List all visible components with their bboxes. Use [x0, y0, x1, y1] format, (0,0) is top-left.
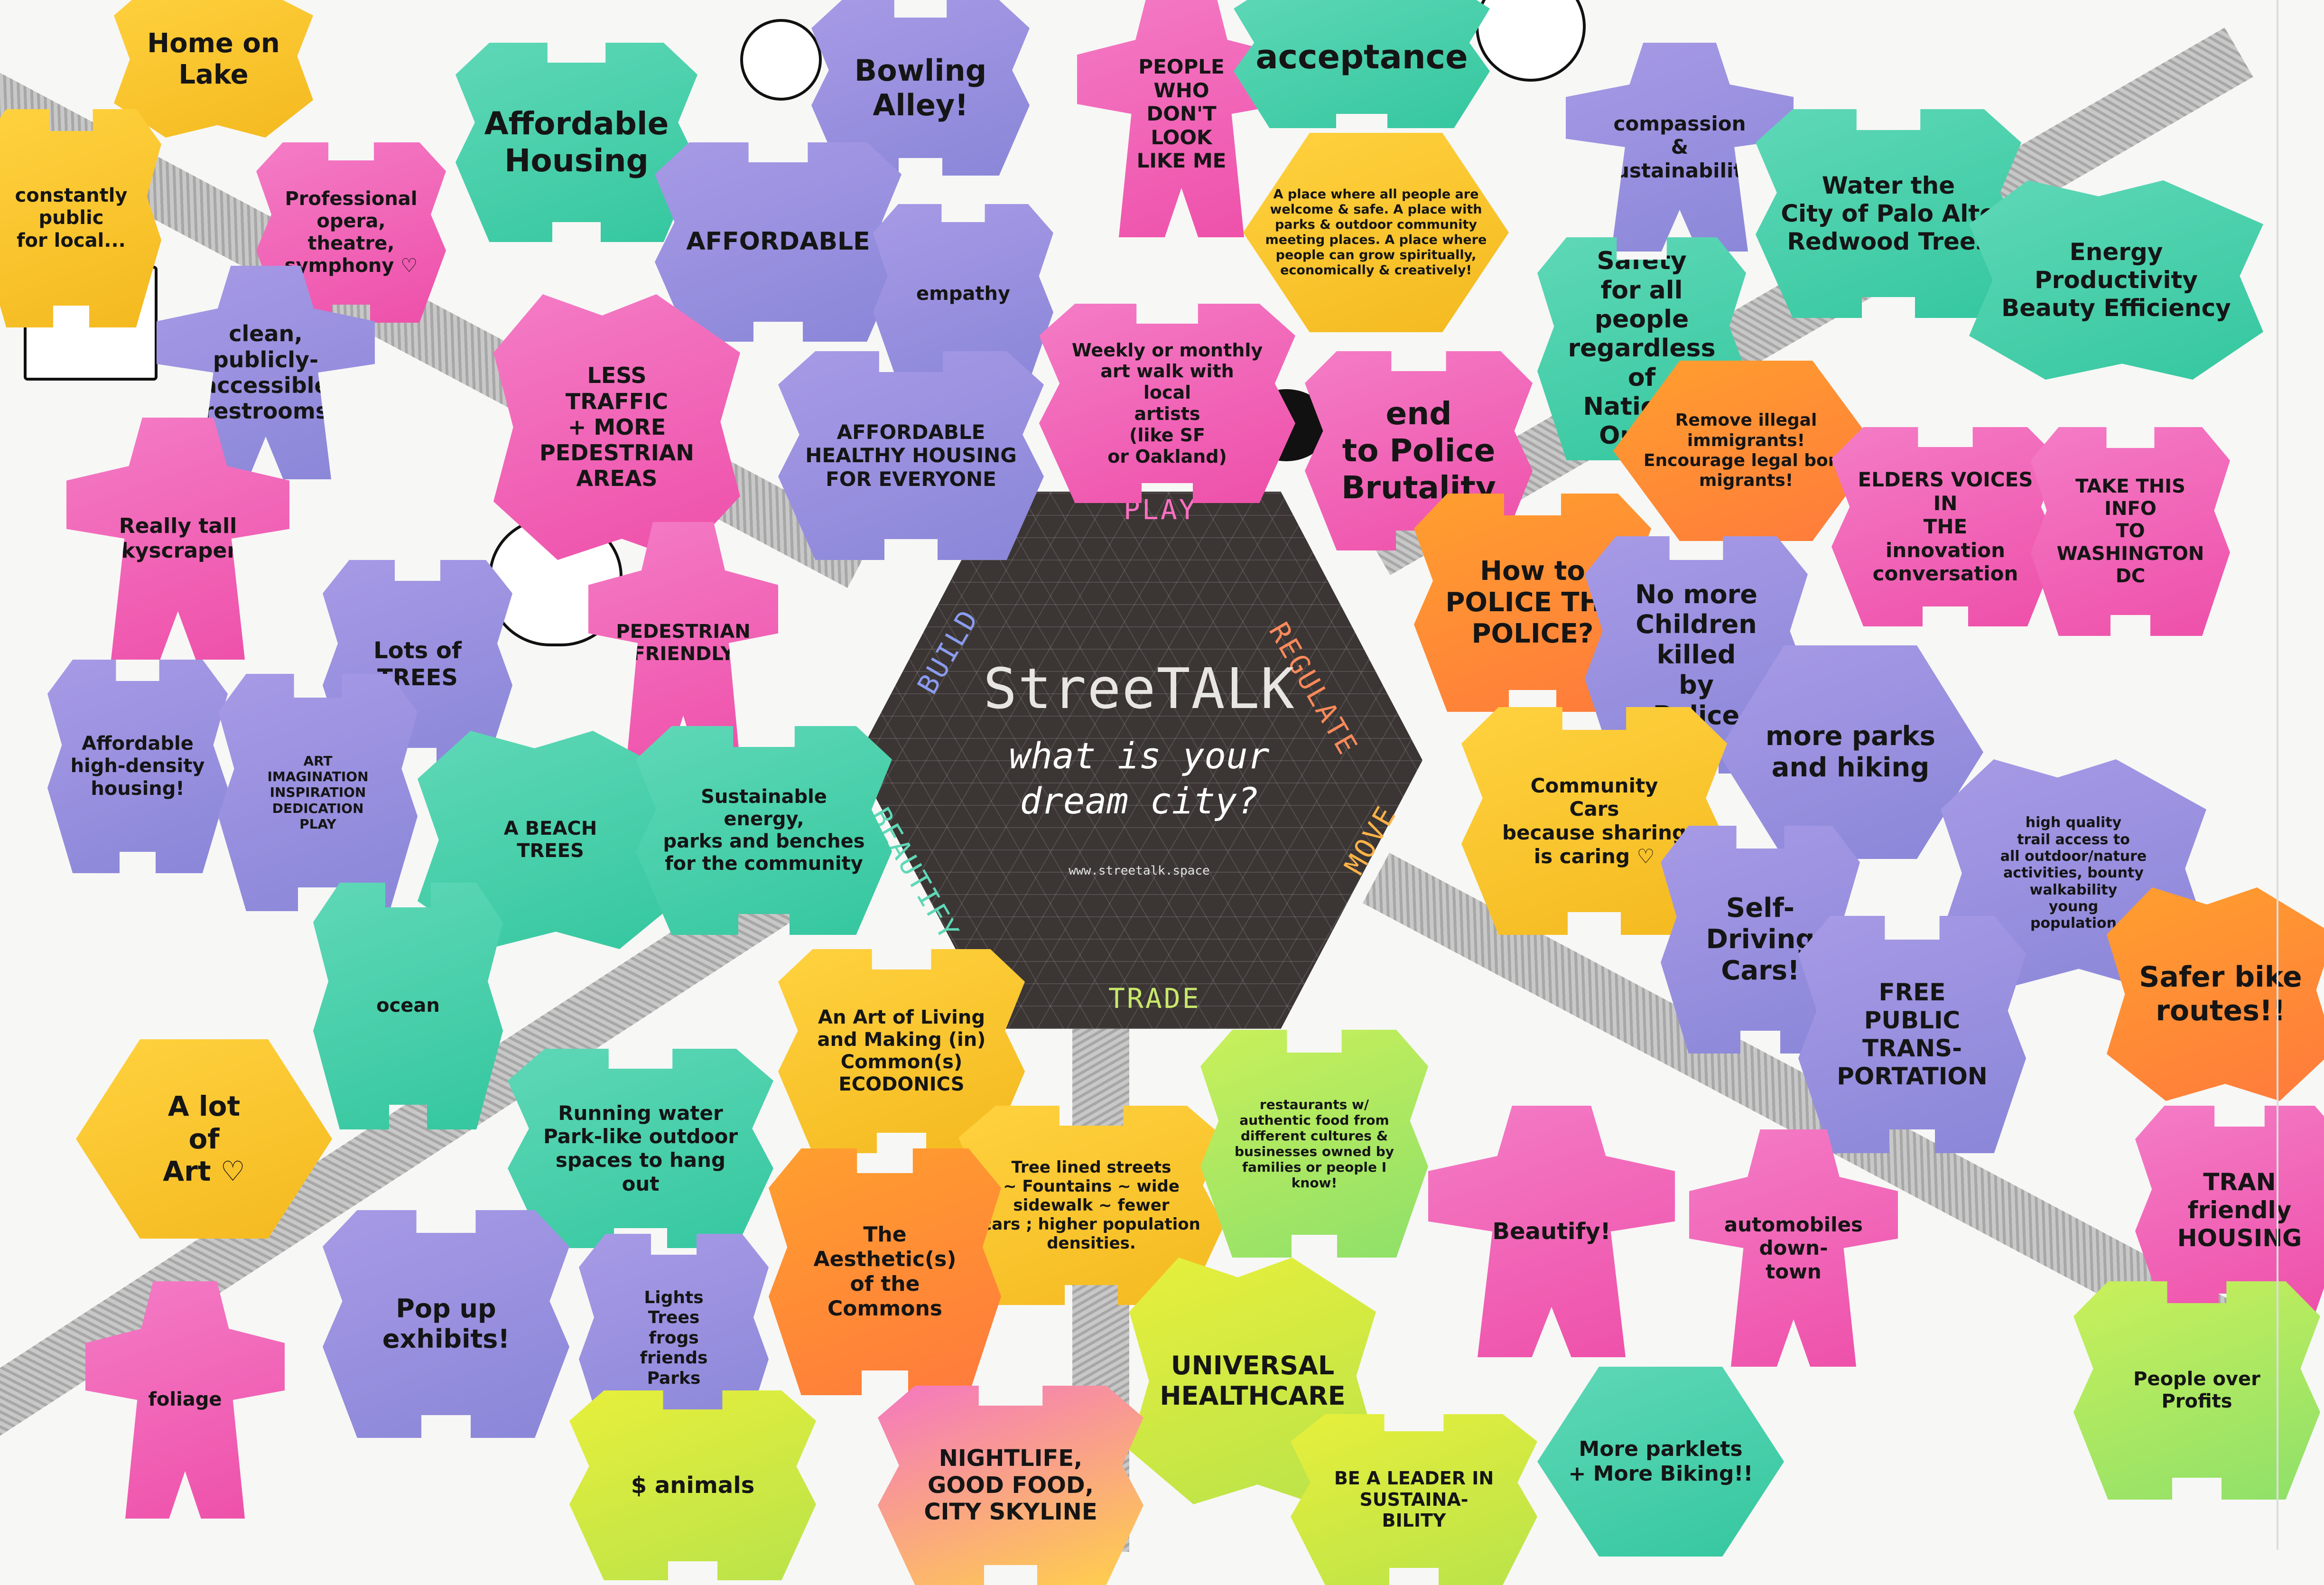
note-energy-productivity: Energy Productivity Beauty Efficiency — [1969, 180, 2263, 380]
note-restaurants-authentic-food: restaurants w/ authentic food from diffe… — [1200, 1030, 1428, 1258]
note-sustainable-energy: Sustainable energy, parks and benches fo… — [636, 726, 892, 935]
note-safer-bike-routes: Safer bike routes!! — [2107, 887, 2324, 1101]
note-free-public-transportation: FREE PUBLIC TRANS- PORTATION — [1798, 916, 2026, 1153]
note-affordable-healthy-housing: AFFORDABLE HEALTHY HOUSING FOR EVERYONE — [778, 351, 1044, 560]
note-more-parklets-more-biking: More parklets + More Biking!! — [1537, 1367, 1784, 1557]
note-constantly-public: constantly public for local... — [0, 109, 161, 327]
community-idea-wall: PLAY REGULATE MOVE TRADE BEAUTIFY BUILD … — [0, 0, 2324, 1585]
note-beautify: Beautify! — [1428, 1106, 1675, 1357]
hexagon-question: what is your dream city? — [1009, 735, 1270, 822]
note-affordable-housing: Affordable Housing — [456, 43, 697, 242]
hexagon-url: www.streetalk.space — [1069, 864, 1210, 878]
note-art-imagination: ART IMAGINATION INSPIRATION DEDICATION P… — [218, 674, 418, 911]
note-affordable-house-drawing: AFFORDABLE — [655, 142, 902, 342]
note-people-over-profits: People over Profits — [2073, 1281, 2320, 1500]
doodle-smiley — [740, 19, 822, 101]
note-elders-voices: ELDERS VOICES IN THE innovation conversa… — [1831, 427, 2059, 626]
note-take-this-info-to-dc: TAKE THIS INFO TO WASHINGTON DC — [2031, 427, 2230, 636]
note-a-place-where-all-welcome: A place where all people are welcome & s… — [1243, 133, 1509, 332]
note-animals: $ animals — [569, 1390, 816, 1580]
note-acceptance: acceptance — [1234, 0, 1490, 128]
note-weekly-art-walk: Weekly or monthly art walk with local ar… — [1039, 304, 1295, 503]
hexagon-title: StreeTALK — [983, 656, 1295, 721]
note-be-a-leader-in-sustainability: BE A LEADER IN SUSTAINA- BILITY — [1291, 1414, 1537, 1585]
note-pop-up-exhibits: Pop up exhibits! — [323, 1210, 569, 1438]
note-aesthetics-of-the-commons: The Aesthetic(s) of the Commons — [769, 1148, 1001, 1395]
note-nightlife-good-food: NIGHTLIFE, GOOD FOOD, CITY SKYLINE — [878, 1386, 1143, 1585]
wall-panel-seam — [2277, 0, 2278, 1550]
note-less-traffic: LESS TRAFFIC + MORE PEDESTRIAN AREAS — [493, 294, 740, 560]
note-water-redwood-trees: Water the City of Palo Alto Redwood Tree… — [1756, 109, 2021, 318]
note-home-on-lake: Home on Lake — [114, 0, 313, 138]
category-trade: TRADE — [1108, 982, 1201, 1015]
note-ocean: ocean — [313, 883, 503, 1129]
doodle-sun — [1476, 0, 1586, 82]
note-running-water: Running water Park-like outdoor spaces t… — [508, 1049, 773, 1248]
note-affordable-high-density-housing: Affordable high-density housing! — [47, 660, 228, 873]
